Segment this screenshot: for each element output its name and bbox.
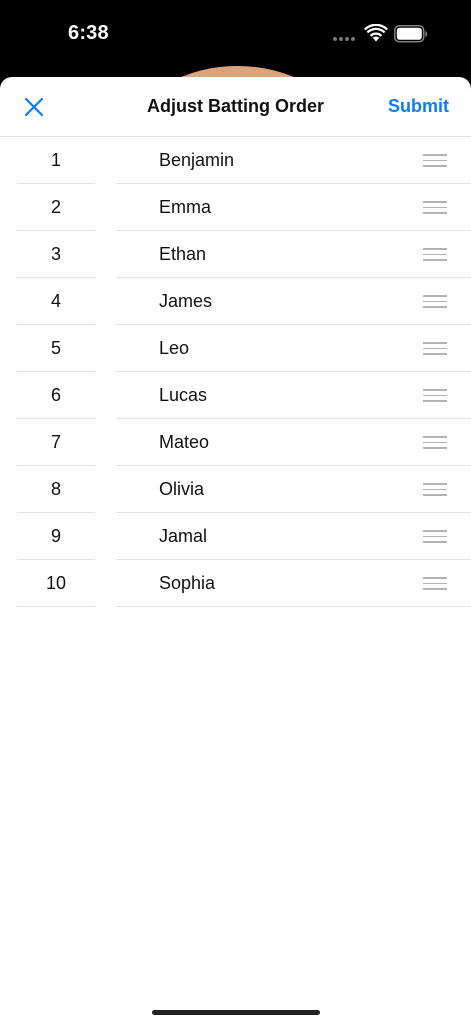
wifi-icon (364, 24, 388, 42)
batting-order-row[interactable]: 7 Mateo (0, 419, 471, 466)
player-name: Leo (159, 338, 190, 358)
player-name: Emma (159, 197, 212, 217)
drag-handle-icon[interactable] (423, 154, 447, 167)
status-time: 6:38 (68, 22, 109, 44)
screen: 6:38 Adjust Batting Order Submit 1 Benja… (0, 0, 471, 1024)
player-name: Mateo (159, 432, 210, 452)
player-cell: Olivia (116, 466, 471, 513)
drag-handle-icon[interactable] (423, 389, 447, 402)
batting-position-number: 10 (17, 560, 95, 607)
batting-order-row[interactable]: 10 Sophia (0, 560, 471, 607)
player-cell: Jamal (116, 513, 471, 560)
player-cell: Benjamin (116, 137, 471, 184)
batting-position-number: 4 (17, 278, 95, 325)
batting-position-number: 9 (17, 513, 95, 560)
batting-order-row[interactable]: 9 Jamal (0, 513, 471, 560)
player-name: Benjamin (159, 150, 235, 170)
battery-icon (394, 25, 428, 43)
player-name: Lucas (159, 385, 208, 405)
player-cell: Leo (116, 325, 471, 372)
drag-handle-icon[interactable] (423, 530, 447, 543)
submit-button[interactable]: Submit (388, 96, 449, 117)
home-indicator (152, 1010, 320, 1015)
cellular-signal-icon (333, 37, 355, 41)
player-cell: Mateo (116, 419, 471, 466)
batting-position-number: 1 (17, 137, 95, 184)
drag-handle-icon[interactable] (423, 295, 447, 308)
batting-position-number: 2 (17, 184, 95, 231)
drag-handle-icon[interactable] (423, 483, 447, 496)
batting-order-sheet: Adjust Batting Order Submit 1 Benjamin 2… (0, 77, 471, 1024)
batting-position-number: 3 (17, 231, 95, 278)
batting-order-row[interactable]: 3 Ethan (0, 231, 471, 278)
player-cell: Ethan (116, 231, 471, 278)
status-bar: 6:38 (0, 0, 471, 70)
batting-order-row[interactable]: 6 Lucas (0, 372, 471, 419)
batting-position-number: 5 (17, 325, 95, 372)
nav-bar: Adjust Batting Order Submit (0, 77, 471, 137)
drag-handle-icon[interactable] (423, 436, 447, 449)
batting-order-row[interactable]: 2 Emma (0, 184, 471, 231)
drag-handle-icon[interactable] (423, 342, 447, 355)
batting-order-row[interactable]: 8 Olivia (0, 466, 471, 513)
player-cell: James (116, 278, 471, 325)
player-name: Ethan (159, 244, 207, 264)
batting-order-list: 1 Benjamin 2 Emma 3 Ethan 4 James 5 Leo … (0, 137, 471, 607)
batting-order-row[interactable]: 1 Benjamin (0, 137, 471, 184)
batting-order-row[interactable]: 5 Leo (0, 325, 471, 372)
drag-handle-icon[interactable] (423, 201, 447, 214)
player-name: Sophia (159, 573, 216, 593)
drag-handle-icon[interactable] (423, 577, 447, 590)
player-cell: Lucas (116, 372, 471, 419)
player-cell: Sophia (116, 560, 471, 607)
player-name: Jamal (159, 526, 208, 546)
batting-order-row[interactable]: 4 James (0, 278, 471, 325)
batting-position-number: 7 (17, 419, 95, 466)
drag-handle-icon[interactable] (423, 248, 447, 261)
player-name: Olivia (159, 479, 205, 499)
player-cell: Emma (116, 184, 471, 231)
batting-position-number: 8 (17, 466, 95, 513)
batting-position-number: 6 (17, 372, 95, 419)
player-name: James (159, 291, 213, 311)
